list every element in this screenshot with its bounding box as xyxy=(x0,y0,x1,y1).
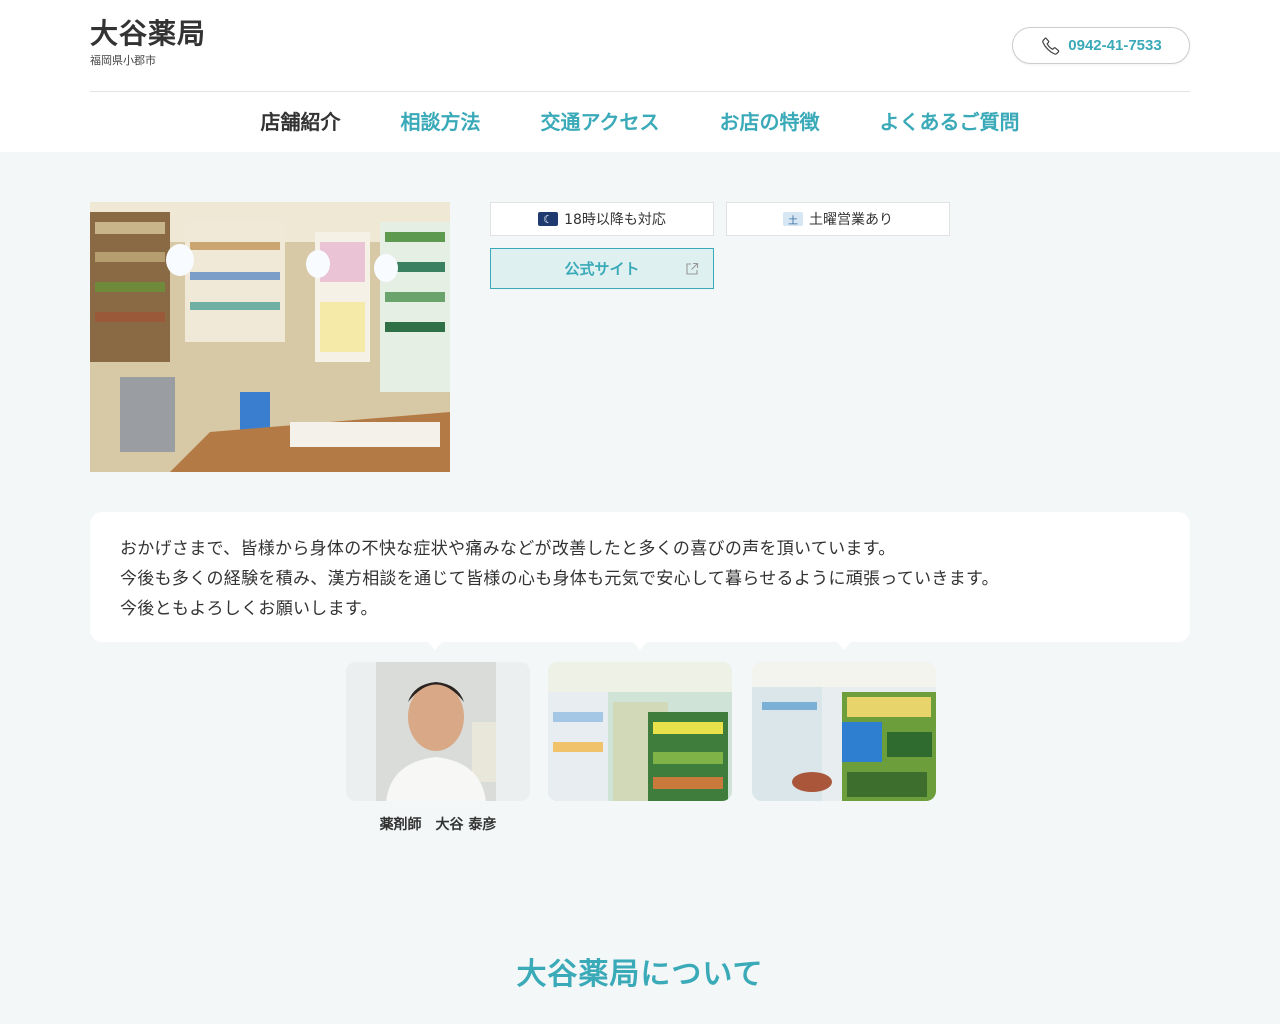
nav-access[interactable]: 交通アクセス xyxy=(511,92,690,152)
saturday-icon: 土 xyxy=(783,212,803,227)
store-interior-thumb-2 xyxy=(752,662,936,801)
pharmacist-photo xyxy=(346,662,530,801)
nav-features[interactable]: お店の特徴 xyxy=(690,92,850,152)
service-badges: ☾ 18時以降も対応 土 土曜営業あり xyxy=(490,202,950,236)
bubble-pointer xyxy=(631,640,649,650)
brand[interactable]: 大谷薬局 福岡県小郡市 xyxy=(90,16,206,70)
message-line: 今後も多くの経験を積み、漢方相談を通じて皆様の心も身体も元気で安心して暮らせるよ… xyxy=(120,569,999,589)
bubble-pointer xyxy=(835,640,853,650)
external-link-icon xyxy=(686,262,699,275)
message-line: 今後ともよろしくお願いします。 xyxy=(120,599,378,619)
nav-store-intro[interactable]: 店舗紹介 xyxy=(231,92,371,152)
nav-faq[interactable]: よくあるご質問 xyxy=(850,92,1050,152)
site-header: 大谷薬局 福岡県小郡市 0942-41-7533 店舗紹介 相談方法 交通アクセ… xyxy=(0,0,1280,152)
greeting-message: おかげさまで、皆様から身体の不快な症状や痛みなどが改善したと多くの喜びの声を頂い… xyxy=(90,512,1190,642)
brand-name[interactable]: 大谷薬局 xyxy=(90,16,206,52)
phone-icon xyxy=(1042,37,1060,55)
message-line: おかげさまで、皆様から身体の不快な症状や痛みなどが改善したと多くの喜びの声を頂い… xyxy=(120,539,896,559)
evening-badge: ☾ 18時以降も対応 xyxy=(490,202,714,236)
store-interior-thumb-1 xyxy=(548,662,732,801)
bubble-pointer xyxy=(426,640,444,650)
phone-button[interactable]: 0942-41-7533 xyxy=(1012,27,1190,64)
main-content: ☾ 18時以降も対応 土 土曜営業あり 公式サイト おかげさまで、皆様から身体の… xyxy=(90,152,1190,1024)
official-site-label: 公式サイト xyxy=(564,260,640,278)
official-site-button[interactable]: 公式サイト xyxy=(490,248,714,289)
moon-icon: ☾ xyxy=(538,212,559,226)
about-section-title: 大谷薬局について xyxy=(516,957,764,992)
main-nav: 店舗紹介 相談方法 交通アクセス お店の特徴 よくあるご質問 xyxy=(90,92,1190,152)
saturday-badge-label: 土曜営業あり xyxy=(809,212,893,228)
brand-location: 福岡県小郡市 xyxy=(90,54,156,67)
pharmacist-caption: 薬剤師 大谷 泰彦 xyxy=(379,817,497,833)
store-interior-photo xyxy=(90,202,450,472)
nav-consultation[interactable]: 相談方法 xyxy=(371,92,511,152)
evening-badge-label: 18時以降も対応 xyxy=(564,212,666,228)
phone-number: 0942-41-7533 xyxy=(1068,37,1162,54)
saturday-badge: 土 土曜営業あり xyxy=(726,202,950,236)
